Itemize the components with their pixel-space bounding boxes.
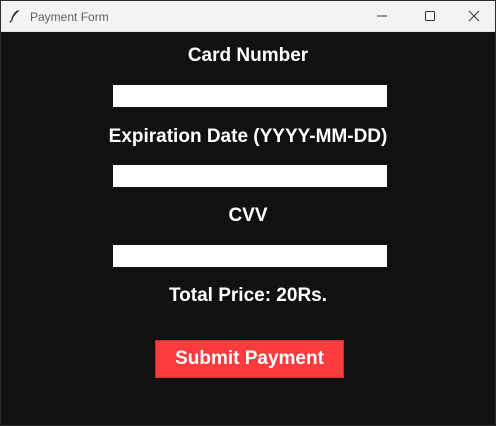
title-bar: Payment Form <box>1 1 495 32</box>
close-icon <box>468 10 480 22</box>
close-button[interactable] <box>451 1 495 32</box>
card-number-field[interactable] <box>113 85 387 107</box>
expiration-date-field[interactable] <box>113 165 387 187</box>
minimize-icon <box>377 15 387 17</box>
form-content: Card Number Expiration Date (YYYY-MM-DD)… <box>1 32 495 425</box>
total-price-label: Total Price: 20Rs. <box>168 285 328 306</box>
maximize-icon <box>425 11 435 21</box>
maximize-button[interactable] <box>407 1 453 32</box>
minimize-button[interactable] <box>359 1 405 32</box>
feather-icon <box>9 9 21 23</box>
card-number-label: Card Number <box>187 45 309 66</box>
window-title: Payment Form <box>30 10 109 24</box>
cvv-label: CVV <box>228 205 268 226</box>
cvv-field[interactable] <box>113 245 387 267</box>
expiration-date-label: Expiration Date (YYYY-MM-DD) <box>108 126 388 147</box>
payment-form-window: Payment Form Card Number Expiration Date… <box>0 0 496 426</box>
submit-payment-button[interactable]: Submit Payment <box>155 340 344 378</box>
